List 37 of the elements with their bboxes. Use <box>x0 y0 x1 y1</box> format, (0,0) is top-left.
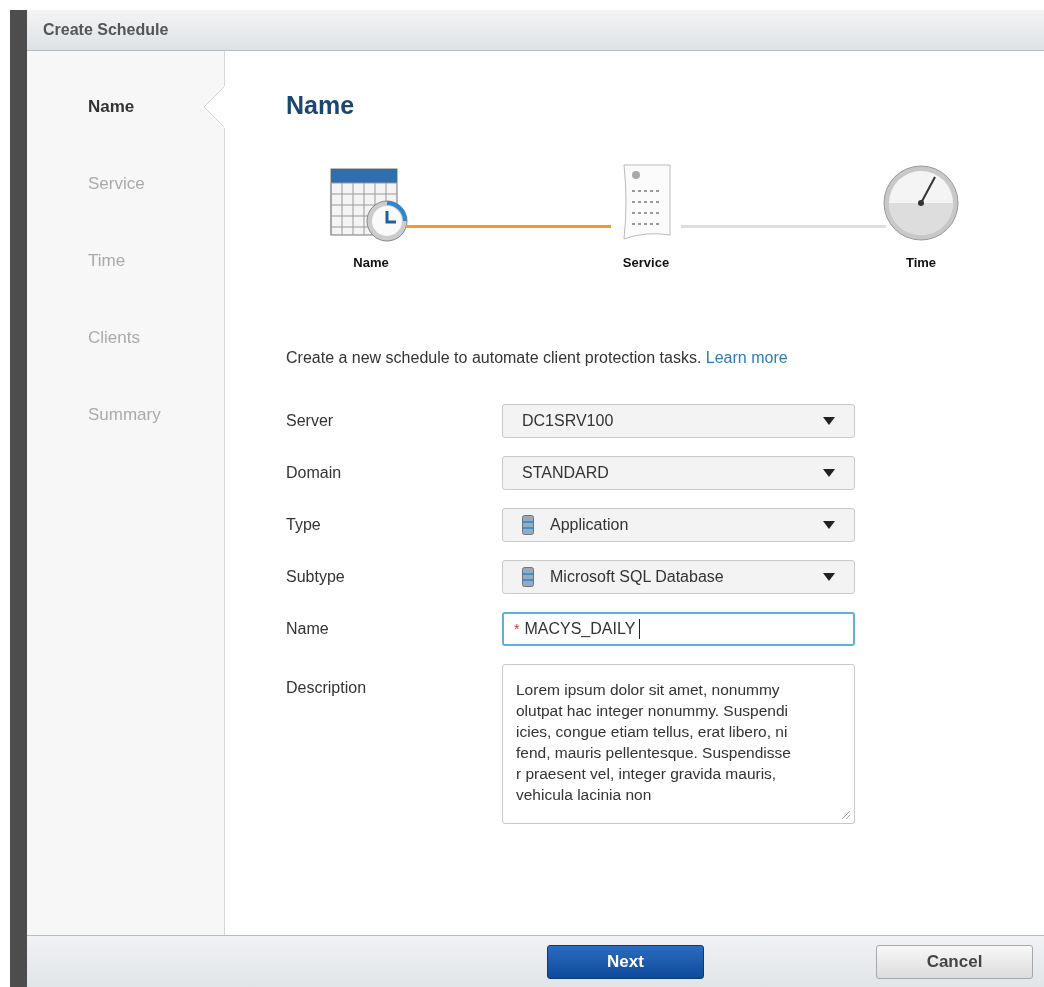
field-label: Domain <box>286 463 343 483</box>
text-line: r praesent vel, integer gravida mauris, <box>516 764 777 784</box>
caret-icon <box>823 417 835 425</box>
dropdown[interactable]: STANDARD <box>502 456 855 490</box>
page-heading: Name <box>286 90 355 121</box>
wizard-step-link[interactable]: Name <box>88 94 135 120</box>
field-label: Server <box>286 411 335 431</box>
text-line: olutpat hac integer nonummy. Suspendi <box>516 701 788 721</box>
step-label: Service <box>622 253 670 272</box>
dropdown[interactable]: Application <box>502 508 855 542</box>
cancel-button[interactable]: Cancel <box>876 944 1033 979</box>
dialog-title: Create Schedule <box>43 20 169 40</box>
field-label: Name <box>286 619 330 639</box>
description-field[interactable] <box>502 664 855 824</box>
text-line: Lorem ipsum dolor sit amet, nonummy <box>516 680 780 700</box>
database-icon <box>522 515 534 535</box>
field-label: Subtype <box>286 567 346 587</box>
field-label: Type <box>286 515 322 535</box>
caret-icon <box>823 469 835 477</box>
text-line: vehicula lacinia non <box>516 785 652 805</box>
next-button[interactable]: Next <box>547 944 704 979</box>
database-icon <box>522 567 534 587</box>
dropdown[interactable]: DC1SRV100 <box>502 404 855 438</box>
caret-icon <box>823 521 835 529</box>
text-line: icies, congue etiam tellus, erat libero, ni <box>516 722 788 742</box>
learn-more-link[interactable]: Learn more <box>705 349 788 366</box>
step-label: Time <box>905 253 937 272</box>
step-label: Name <box>353 253 389 272</box>
name-field[interactable]: * MACYS_DAILY <box>502 612 855 646</box>
required-mark: * <box>514 619 520 639</box>
resize-grip-icon <box>842 811 850 819</box>
caret-icon <box>823 573 835 581</box>
dropdown[interactable]: Microsoft SQL Database <box>502 560 855 594</box>
text-line: fend, mauris pellentesque. Suspendisse <box>516 743 791 763</box>
intro-text: Create a new schedule to automate client protection tasks. Learn more <box>286 348 788 368</box>
clock-icon <box>881 162 961 243</box>
field-label: Description <box>286 678 368 698</box>
